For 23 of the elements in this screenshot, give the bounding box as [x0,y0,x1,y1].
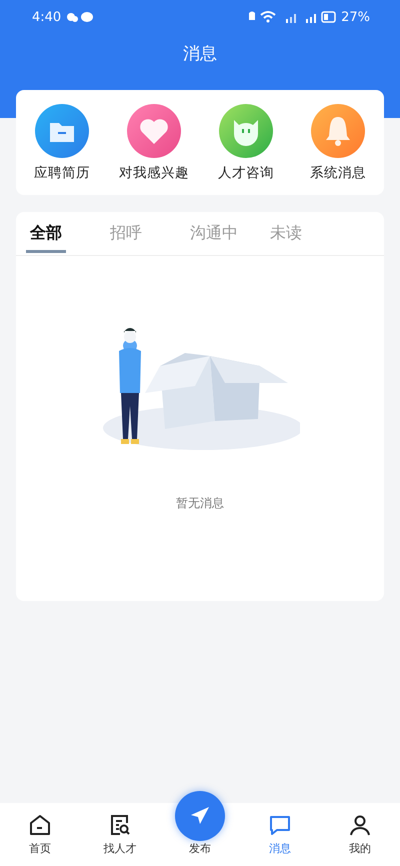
shortcut-item[interactable]: 系统消息 [310,164,366,182]
folder-icon [35,104,89,158]
empty-message: 暂无消息 [176,495,224,512]
shortcut-item[interactable]: 对我感兴趣 [119,164,189,182]
publish-button[interactable] [175,791,225,841]
nav-item[interactable]: 发布 [189,841,211,856]
battery-percent: 27% [341,10,370,24]
search-icon [108,813,132,837]
nav-item[interactable]: 找人才 [104,841,136,856]
nav-item[interactable]: 消息 [269,841,291,856]
face-icon [219,104,273,158]
chat-icon [268,813,292,837]
home-icon [28,813,52,837]
shortcut-item[interactable]: 应聘简历 [34,164,90,182]
page-title: 消息 [182,43,218,65]
user-icon [348,813,372,837]
nav-item[interactable]: 我的 [349,841,371,856]
bell-icon [311,104,365,158]
shortcut-item[interactable]: 人才咨询 [218,164,274,182]
nav-item[interactable]: 首页 [29,841,51,856]
status-time: 4:40 [32,10,62,24]
tab[interactable]: 全部 [26,223,66,253]
chat-app-icon [66,11,94,23]
